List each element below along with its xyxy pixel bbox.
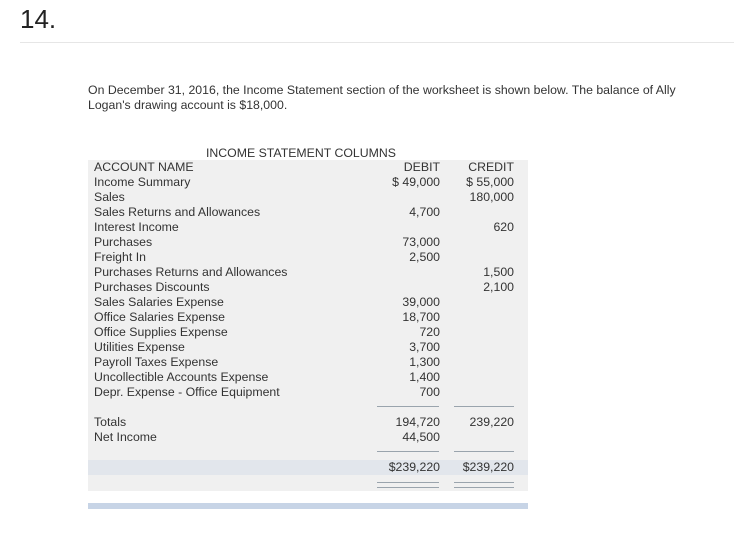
question-text: On December 31, 2016, the Income Stateme… [88, 83, 676, 112]
credit-amount: 180,000 [469, 190, 514, 204]
debit-amount: 39,000 [402, 295, 440, 309]
totals-credit: 239,220 [469, 415, 514, 429]
debit-amount: $ 49,000 [392, 175, 440, 189]
account-name: Interest Income [94, 220, 179, 234]
debit-amount: 720 [419, 325, 440, 339]
account-name: Purchases Returns and Allowances [94, 265, 288, 279]
account-name: Payroll Taxes Expense [94, 355, 219, 369]
net-income-label: Net Income [94, 430, 157, 444]
debit-amount: 4,700 [409, 205, 440, 219]
totals-label: Totals [94, 415, 127, 429]
account-name: Office Supplies Expense [94, 325, 228, 339]
final-credit-total: $239,220 [462, 460, 514, 474]
credit-double-rule-top [454, 482, 514, 483]
account-name: Sales Returns and Allowances [94, 205, 261, 219]
header-divider [20, 42, 734, 43]
account-name: Sales Salaries Expense [94, 295, 224, 309]
credit-amount: $ 55,000 [466, 175, 514, 189]
debit-final-rule [377, 451, 439, 452]
account-name: Uncollectible Accounts Expense [94, 370, 269, 384]
debit-amount: 700 [419, 385, 440, 399]
debit-amount: 18,700 [402, 310, 440, 324]
income-statement-worksheet: INCOME STATEMENT COLUMNS ACCOUNT NAME DE… [88, 146, 528, 509]
debit-amount: 2,500 [409, 250, 440, 264]
account-name-header: ACCOUNT NAME [94, 160, 194, 174]
credit-subtotal-rule [454, 406, 514, 407]
debit-double-rule-top [377, 482, 439, 483]
debit-amount: 1,400 [409, 370, 440, 384]
account-name: Office Salaries Expense [94, 310, 226, 324]
credit-double-rule-bottom [454, 487, 514, 488]
account-name: Purchases Discounts [94, 280, 210, 294]
debit-subtotal-rule [377, 406, 439, 407]
debit-amount: 3,700 [409, 340, 440, 354]
worksheet-title: INCOME STATEMENT COLUMNS [206, 146, 396, 160]
account-name: Freight In [94, 250, 146, 264]
question-number: 14. [20, 4, 57, 34]
account-name: Income Summary [94, 175, 191, 189]
credit-header: CREDIT [468, 160, 514, 174]
credit-amount: 2,100 [483, 280, 514, 294]
credit-amount: 1,500 [483, 265, 514, 279]
totals-debit: 194,720 [395, 415, 440, 429]
credit-amount: 620 [493, 220, 514, 234]
account-name: Purchases [94, 235, 153, 249]
account-name: Sales [94, 190, 125, 204]
net-income-debit: 44,500 [402, 430, 440, 444]
debit-amount: 1,300 [409, 355, 440, 369]
debit-amount: 73,000 [402, 235, 440, 249]
credit-final-rule [454, 451, 514, 452]
worksheet-bottom-bar [88, 503, 528, 509]
account-name: Depr. Expense - Office Equipment [94, 385, 280, 399]
account-name: Utilities Expense [94, 340, 185, 354]
final-debit-total: $239,220 [388, 460, 440, 474]
debit-double-rule-bottom [377, 487, 439, 488]
debit-header: DEBIT [403, 160, 440, 174]
